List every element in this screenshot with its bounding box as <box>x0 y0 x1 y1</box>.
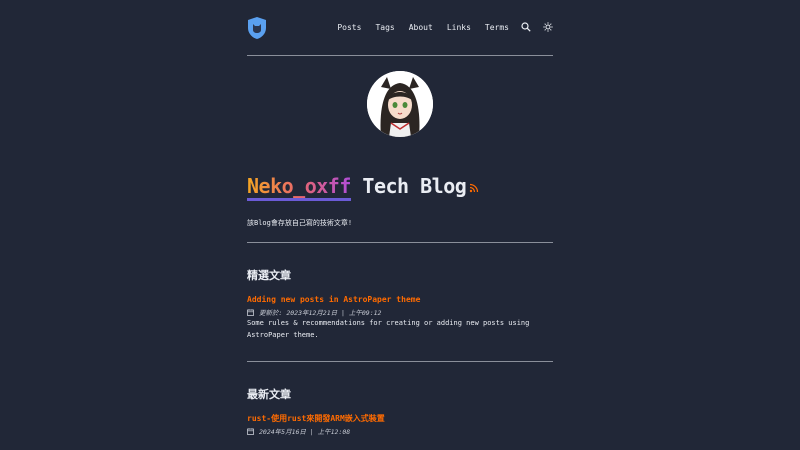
nav-item-links[interactable]: Links <box>447 23 471 32</box>
nav-item-posts[interactable]: Posts <box>337 23 361 32</box>
rss-icon[interactable] <box>469 183 479 193</box>
featured-post-description: Some rules & recommendations for creatin… <box>247 319 530 339</box>
recent-post-title[interactable]: rust-使用rust來開發ARM嵌入式裝置 <box>247 413 385 424</box>
featured-post-title[interactable]: Adding new posts in AstroPaper theme <box>247 295 420 304</box>
featured-post-date: 更新於: 2023年12月21日 | 上午09:12 <box>259 309 382 317</box>
site-logo-icon[interactable] <box>247 16 267 40</box>
title-rest: Tech Blog <box>350 174 467 198</box>
site-description: 該Blog會存放自己寫的技術文章! <box>247 219 353 227</box>
nav-item-tags[interactable]: Tags <box>375 23 394 32</box>
nav-menu: Posts Tags About Links Terms <box>323 22 553 32</box>
page-title: Neko_oxff Tech Blog <box>247 174 479 201</box>
header-divider <box>247 55 553 56</box>
avatar <box>367 71 433 137</box>
recent-heading: 最新文章 <box>247 388 291 401</box>
calendar-icon <box>247 308 254 316</box>
title-highlight: Neko_oxff <box>247 174 351 201</box>
featured-divider <box>247 361 553 362</box>
recent-post-date: 2024年5月16日 | 上午12:08 <box>259 428 351 436</box>
calendar-icon <box>247 427 254 435</box>
site-header: Posts Tags About Links Terms <box>247 16 553 42</box>
theme-toggle-sun-icon[interactable] <box>543 22 553 32</box>
hero-divider <box>247 242 553 243</box>
search-icon[interactable] <box>521 22 531 32</box>
featured-heading: 精選文章 <box>247 269 291 282</box>
featured-post-meta: 更新於: 2023年12月21日 | 上午09:12 <box>247 307 381 317</box>
nav-item-terms[interactable]: Terms <box>485 23 509 32</box>
nav-item-about[interactable]: About <box>409 23 433 32</box>
recent-post-meta: 2024年5月16日 | 上午12:08 <box>247 426 350 436</box>
avatar-illustration <box>367 71 433 137</box>
